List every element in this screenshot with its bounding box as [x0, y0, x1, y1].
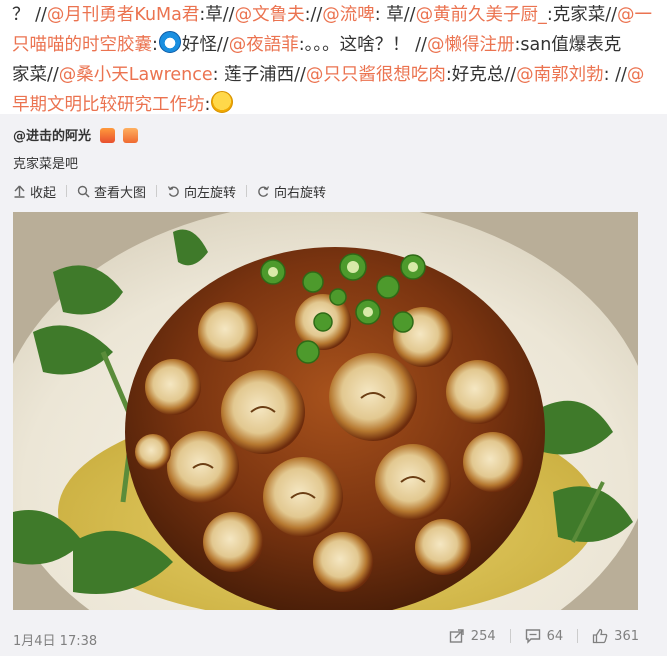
repost-count: 254	[470, 628, 496, 644]
post-text-segment: :。。。这啥？！ //	[298, 35, 427, 55]
food-photo-illustration	[13, 212, 638, 610]
user-mention-link[interactable]: @夜語菲	[229, 35, 299, 55]
user-mention-link[interactable]: @只只酱很想吃肉	[306, 65, 446, 85]
user-mention-link[interactable]: @黄前久美子厨_	[416, 5, 547, 25]
rotate-left-button[interactable]: 向左旋转	[167, 182, 236, 201]
user-mention-link[interactable]: @流啤	[322, 5, 375, 25]
post-text-segment: :草//	[199, 5, 235, 25]
rotate-right-button[interactable]: 向右旋转	[257, 182, 326, 201]
divider	[66, 185, 68, 197]
image-action-bar: 收起 查看大图 向左旋转 向右旋转	[13, 181, 326, 201]
repost-text: 克家菜是吧	[13, 157, 79, 172]
post-text-segment: : 草//	[374, 5, 416, 25]
post-text-segment: :	[152, 35, 158, 55]
post-footer: 1月4日 17:38 254 64 361	[0, 620, 667, 656]
post-text-segment: ？ //	[12, 5, 47, 25]
post-text-line: ？ //@月刊勇者KuMa君:草//@文鲁夫://@流啤: 草//@黄前久美子厨…	[12, 0, 657, 30]
rotate-right-label: 向右旋转	[274, 185, 327, 201]
user-mention-link[interactable]: @文鲁夫	[235, 5, 305, 25]
collapse-label: 收起	[30, 185, 57, 201]
user-mention-link[interactable]: 只喵喵的时空胶囊	[12, 35, 152, 55]
view-large-button[interactable]: 查看大图	[77, 182, 146, 201]
repost-box: @进击的阿光 克家菜是吧 收起 查看大图 向左旋转 向右旋转 1月4日 17:3…	[0, 114, 667, 656]
thumbs-up-icon	[593, 628, 608, 644]
laugh-emoji-icon	[211, 91, 234, 113]
post-stats: 254 64 361	[449, 628, 639, 644]
divider	[156, 185, 158, 197]
comment-button[interactable]: 64	[525, 628, 564, 644]
post-text-segment: :克家菜//	[546, 5, 618, 25]
repost-author-link[interactable]: @进击的阿光	[13, 129, 91, 144]
post-text: ？ //@月刊勇者KuMa君:草//@文鲁夫://@流啤: 草//@黄前久美子厨…	[0, 0, 667, 115]
post-text-segment: : 莲子浦西//	[212, 65, 306, 85]
rotate-left-icon	[167, 185, 179, 197]
post-text-segment: :好克总//	[445, 65, 517, 85]
like-button[interactable]: 361	[592, 628, 639, 644]
post-text-line: 家菜//@桑小天Lawrence: 莲子浦西//@只只酱很想吃肉:好克总//@南…	[12, 60, 657, 90]
horn-badge-icon	[123, 128, 139, 143]
divider	[577, 629, 579, 643]
post-text-segment: 好怪//	[181, 35, 229, 55]
user-mention-link[interactable]: @一	[617, 5, 652, 25]
user-mention-link[interactable]: @月刊勇者KuMa君	[47, 5, 200, 25]
comment-count: 64	[546, 628, 564, 644]
user-mention-link[interactable]: @桑小天Lawrence	[59, 65, 213, 85]
post-time[interactable]: 1月4日 17:38	[13, 630, 97, 649]
post-text-segment: ://	[304, 5, 323, 25]
post-text-segment: :san值爆表克	[514, 35, 622, 55]
doraemon-emoji-icon	[158, 31, 181, 53]
user-mention-link[interactable]: @	[627, 65, 645, 85]
divider	[509, 629, 511, 643]
repost-button[interactable]: 254	[449, 628, 496, 644]
repost-author-line: @进击的阿光	[13, 125, 139, 144]
post-image[interactable]	[13, 212, 638, 610]
collapse-button[interactable]: 收起	[13, 182, 56, 201]
post-text-line: 只喵喵的时空胶囊: 好怪//@夜語菲:。。。这啥？！ //@懒得注册:san值爆表…	[12, 30, 657, 60]
like-count: 361	[614, 628, 639, 644]
user-mention-link[interactable]: @南郭刘勃	[516, 65, 604, 85]
search-icon	[77, 185, 90, 198]
vip-badge-icon	[99, 128, 115, 143]
view-large-label: 查看大图	[94, 185, 147, 201]
user-mention-link[interactable]: 早期文明比较研究工作坊	[12, 95, 205, 115]
post-text-segment: :	[204, 95, 211, 115]
rotate-right-icon	[258, 185, 270, 197]
comment-icon	[525, 629, 540, 644]
collapse-icon	[14, 185, 25, 198]
post-text-segment: 家菜//	[12, 65, 59, 85]
rotate-left-label: 向左旋转	[184, 185, 237, 201]
share-icon	[449, 629, 464, 643]
post-text-segment: : //	[603, 65, 627, 85]
user-mention-link[interactable]: @懒得注册	[427, 35, 515, 55]
divider	[246, 185, 248, 197]
